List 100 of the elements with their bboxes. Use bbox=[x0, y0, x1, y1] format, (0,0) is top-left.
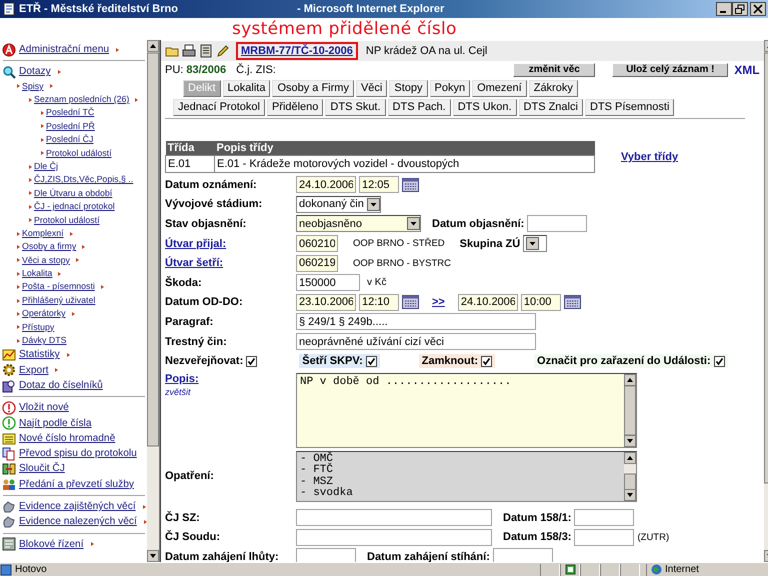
menu-link[interactable]: Předání a převzetí služby bbox=[19, 476, 134, 492]
scrollbar[interactable] bbox=[624, 452, 636, 501]
text-area[interactable]: NP v době od ................... bbox=[296, 372, 637, 448]
menu-link[interactable]: Export bbox=[19, 362, 48, 378]
menu-link[interactable]: Poslední PŘ bbox=[46, 120, 95, 134]
tab[interactable]: DTS Pach. bbox=[388, 98, 451, 116]
input-field[interactable]: 150000 bbox=[296, 274, 360, 292]
menu-link[interactable]: ČJ - jednací protokol bbox=[34, 200, 115, 214]
input-field[interactable] bbox=[492, 548, 553, 562]
menu-link[interactable]: Sloučit ČJ bbox=[19, 461, 65, 477]
menu-link[interactable]: Věci a stopy bbox=[22, 254, 70, 268]
xml-link[interactable]: XML bbox=[734, 62, 760, 76]
text-area[interactable]: - OMČ - FTČ - MSZ - svodka bbox=[296, 450, 637, 502]
checkbox[interactable] bbox=[246, 356, 258, 367]
scrollbar[interactable] bbox=[624, 374, 636, 447]
input-field[interactable]: 12:10 bbox=[359, 294, 399, 311]
tab[interactable]: DTS Znalci bbox=[518, 98, 583, 116]
dropdown[interactable]: neobjasněno bbox=[296, 215, 421, 232]
input-field[interactable] bbox=[527, 215, 588, 232]
menu-link[interactable]: Dotaz do číselníků bbox=[19, 378, 103, 394]
menu-link[interactable]: Protokol událostí bbox=[34, 214, 100, 227]
menu-link[interactable]: Statistiky bbox=[19, 347, 60, 363]
minimize-button[interactable] bbox=[716, 2, 732, 16]
tab[interactable]: Stopy bbox=[389, 80, 428, 96]
calendar-icon[interactable] bbox=[402, 178, 419, 192]
menu-link[interactable]: Seznam posledních (26) bbox=[34, 92, 130, 106]
menu-link[interactable]: Spisy bbox=[22, 80, 44, 93]
input-field[interactable] bbox=[296, 509, 492, 526]
field-label: Stav objasnění: bbox=[165, 218, 246, 230]
tab[interactable]: Lokalita bbox=[222, 80, 270, 96]
menu-link[interactable]: Nové číslo hromadně bbox=[19, 430, 116, 446]
description-link[interactable]: Popis: bbox=[165, 372, 199, 385]
calendar-icon[interactable] bbox=[402, 295, 419, 310]
record-number-link[interactable]: MRBM-77/TČ-10-2006 bbox=[241, 45, 353, 57]
tab[interactable]: Omezení bbox=[472, 80, 527, 96]
menu-link[interactable]: Poslední TČ bbox=[46, 106, 94, 120]
menu-link[interactable]: Blokové řízení bbox=[19, 536, 84, 552]
pencil-icon[interactable] bbox=[216, 44, 230, 58]
dropdown[interactable]: dokonaný čin bbox=[296, 196, 381, 213]
tab[interactable]: DTS Skut. bbox=[325, 98, 386, 116]
save-button[interactable]: Ulož celý záznam ! bbox=[612, 62, 728, 76]
input-field[interactable]: 12:05 bbox=[359, 176, 399, 194]
menu-link[interactable]: Dle Útvaru a období bbox=[34, 186, 112, 200]
input-field[interactable]: neoprávněné užívání cizí věci bbox=[296, 333, 536, 350]
calendar-icon[interactable] bbox=[564, 295, 581, 310]
column-header: Třída bbox=[166, 141, 214, 156]
close-button[interactable] bbox=[750, 2, 766, 16]
tab[interactable]: Osoby a Firmy bbox=[272, 80, 354, 96]
menu-link[interactable]: Osoby a firmy bbox=[22, 240, 76, 254]
menu-link[interactable]: Administrační menu bbox=[19, 42, 110, 58]
menu-link[interactable]: ČJ,ZIS,Dts,Věc,Popis,§ .. bbox=[34, 173, 134, 187]
change-button[interactable]: změnit věc bbox=[513, 62, 596, 76]
tab[interactable]: Jednací Protokol bbox=[173, 98, 265, 116]
menu-link[interactable]: Převod spisu do protokolu bbox=[19, 446, 137, 462]
menu-link[interactable]: Dávky DTS bbox=[22, 334, 66, 348]
input-field[interactable]: 060219 bbox=[296, 254, 338, 272]
menu-link[interactable]: Najít podle čísla bbox=[19, 416, 92, 431]
menu-link[interactable]: Protokol událostí bbox=[46, 146, 112, 160]
menu-link[interactable]: Poslední ČJ bbox=[46, 133, 94, 147]
menu-link[interactable]: Evidence zajištěných věcí bbox=[19, 499, 136, 514]
tab[interactable]: Pokyn bbox=[430, 80, 470, 96]
select-class-link[interactable]: Vyber třídy bbox=[621, 151, 678, 163]
input-field[interactable]: 10:00 bbox=[520, 294, 561, 311]
range-link[interactable]: >> bbox=[432, 296, 445, 308]
tab[interactable]: Věci bbox=[356, 80, 388, 96]
menu-link[interactable]: Přístupy bbox=[22, 320, 54, 334]
menu-link[interactable]: Vložit nové bbox=[19, 400, 69, 416]
restore-button[interactable] bbox=[732, 2, 748, 16]
scrollbar[interactable] bbox=[147, 40, 159, 562]
notes-icon[interactable] bbox=[199, 44, 213, 58]
unit-link[interactable]: Útvar šetří: bbox=[165, 257, 224, 270]
menu-link[interactable]: Evidence nalezených věcí bbox=[19, 514, 137, 530]
checkbox[interactable] bbox=[714, 356, 725, 367]
tab[interactable]: Zákroky bbox=[528, 80, 578, 96]
unit-link[interactable]: Útvar přijal: bbox=[165, 238, 226, 250]
enlarge-link[interactable]: zvětšit bbox=[165, 386, 296, 397]
input-field[interactable]: 060210 bbox=[296, 235, 338, 252]
menu-link[interactable]: Lokalita bbox=[22, 267, 52, 280]
tab[interactable]: DTS Písemnosti bbox=[584, 98, 674, 116]
menu-link[interactable]: Komplexní bbox=[22, 226, 64, 240]
search-icon bbox=[2, 64, 16, 79]
input-field[interactable] bbox=[296, 548, 356, 562]
printer-icon[interactable] bbox=[182, 44, 196, 58]
menu-link[interactable]: Přihlášený uživatel bbox=[22, 294, 96, 308]
dropdown[interactable] bbox=[523, 235, 548, 252]
menu-link[interactable]: Pošta - písemnosti bbox=[22, 280, 95, 294]
tab[interactable]: Přiděleno bbox=[266, 98, 324, 116]
checkbox[interactable] bbox=[366, 356, 377, 367]
menu-link[interactable]: Dotazy bbox=[19, 64, 51, 80]
field-label: Datum OD-DO: bbox=[165, 296, 243, 308]
input-field[interactable] bbox=[574, 509, 634, 526]
checkbox[interactable] bbox=[481, 356, 492, 367]
input-field[interactable] bbox=[574, 528, 634, 546]
field-label: Datum objasnění: bbox=[432, 218, 524, 230]
menu-link[interactable]: Dle Čj bbox=[34, 160, 58, 174]
menu-link[interactable]: Operátorky bbox=[22, 307, 66, 321]
input-field[interactable]: § 249/1 § 249b..... bbox=[296, 313, 536, 330]
pu-number: 83/2006 bbox=[186, 64, 226, 76]
tab[interactable]: DTS Ukon. bbox=[452, 98, 517, 116]
input-field[interactable] bbox=[296, 528, 492, 546]
